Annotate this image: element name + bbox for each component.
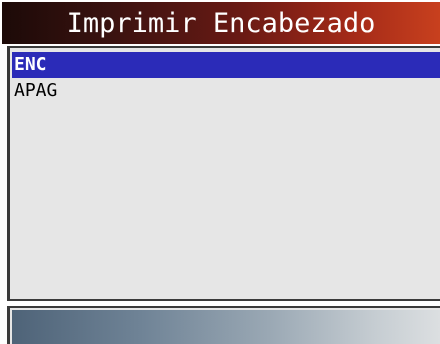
option-list: ENC APAG: [7, 46, 440, 301]
title-bar: Imprimir Encabezado: [2, 2, 440, 44]
status-bar: [12, 310, 440, 344]
option-enc[interactable]: ENC: [12, 52, 440, 78]
option-list-items: ENC APAG: [12, 52, 440, 104]
device-screen: Imprimir Encabezado ENC APAG: [0, 0, 440, 344]
option-apag[interactable]: APAG: [12, 78, 440, 104]
status-bar-frame: [7, 306, 440, 344]
screen-title: Imprimir Encabezado: [66, 7, 376, 39]
